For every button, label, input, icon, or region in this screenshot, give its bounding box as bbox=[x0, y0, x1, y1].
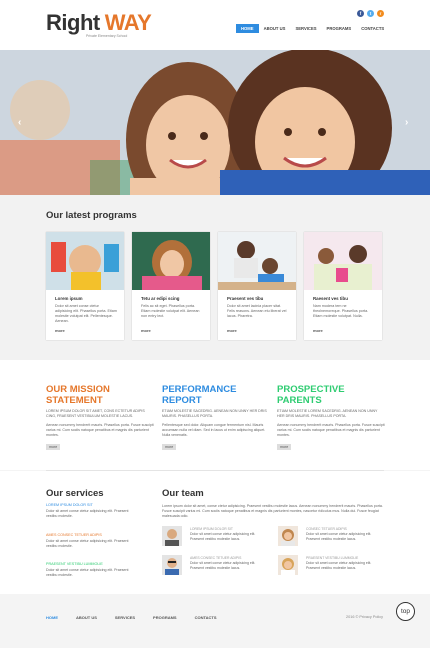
program-card: Raesent ves tibu Nam modera tem ne theol… bbox=[304, 232, 382, 340]
program-card-title: Tetu ar edipi scing bbox=[141, 296, 180, 301]
avatar bbox=[162, 555, 182, 575]
footer-nav-contacts[interactable]: CONTACTS bbox=[195, 615, 217, 620]
program-image bbox=[304, 232, 382, 290]
team-title: Our team bbox=[162, 488, 204, 499]
parents-column: PROSPECTIVE PARENTS Etiam molestie lorem… bbox=[277, 384, 385, 450]
hero-photo bbox=[0, 50, 430, 195]
program-card-title: Raesent ves tibu bbox=[313, 296, 348, 301]
more-button[interactable]: more bbox=[277, 444, 292, 450]
services-title: Our services bbox=[46, 488, 104, 499]
slider-next-icon[interactable]: › bbox=[405, 117, 408, 128]
member-name: Consec tetuer adipis bbox=[306, 527, 347, 531]
site-logo[interactable]: Right WAY bbox=[46, 10, 152, 35]
program-more-link[interactable]: more bbox=[141, 328, 151, 333]
service-text: Dolor sit amet conse ctetur adipisicing … bbox=[46, 568, 129, 577]
more-button[interactable]: more bbox=[46, 444, 61, 450]
service-item: Lorem ipsum dolor sit Dolor sit amet con… bbox=[46, 503, 136, 519]
service-item: Ames consec tetuer adipis Dolor sit amet… bbox=[46, 533, 136, 549]
column-heading: PERFORMANCE REPORT bbox=[162, 384, 237, 406]
column-heading: PROSPECTIVE PARENTS bbox=[277, 384, 345, 406]
column-subtext: Etiam molestie sacedrig. Aenean non unny… bbox=[162, 409, 267, 418]
program-card-text: Felis ac sit eget. Phasellus porta. Etia… bbox=[141, 304, 200, 318]
mission-column: OUR MISSION STATEMENT Lorem ipsum dolor … bbox=[46, 384, 154, 450]
footer-nav-home[interactable]: HOME bbox=[46, 615, 58, 620]
logo-text-way: WAY bbox=[104, 10, 152, 35]
footer-nav-programs[interactable]: PROGRAMS bbox=[153, 615, 177, 620]
hero-slider: ‹ › bbox=[0, 50, 430, 195]
avatar bbox=[278, 526, 298, 546]
footer-nav-services[interactable]: SERVICES bbox=[115, 615, 135, 620]
service-item: Praesent vestibu lummolie Dolor sit amet… bbox=[46, 562, 136, 578]
footer-nav-about-us[interactable]: ABOUT US bbox=[76, 615, 97, 620]
program-card-text: Nam modera tem ne theolnemoreque. Phasel… bbox=[313, 304, 369, 318]
performance-column: PERFORMANCE REPORT Etiam molestie sacedr… bbox=[162, 384, 270, 450]
avatar bbox=[278, 555, 298, 575]
program-more-link[interactable]: more bbox=[313, 328, 323, 333]
info-columns-section: OUR MISSION STATEMENT Lorem ipsum dolor … bbox=[0, 360, 430, 470]
program-image bbox=[218, 232, 296, 290]
program-card: Lorem ipsum Dolor sit amet conse ctetur … bbox=[46, 232, 124, 340]
service-text: Dolor sit amet conse ctetur adipisicing … bbox=[46, 509, 129, 518]
column-subtext: Etiam molestie lorem sacedrig. Aenean no… bbox=[277, 409, 378, 418]
services-team-section: Our services Lorem ipsum dolor sit Dolor… bbox=[0, 471, 430, 594]
program-card-title: Lorem ipsum bbox=[55, 296, 83, 301]
team-member: Praesent vestibu lummolie Dolor sit amet… bbox=[278, 555, 383, 577]
back-to-top-button[interactable]: top bbox=[396, 602, 415, 621]
logo-text-right: Right bbox=[46, 10, 100, 35]
slider-prev-icon[interactable]: ‹ bbox=[18, 117, 21, 128]
program-card: Praesent ves tibu Dolor sit amet lacinia… bbox=[218, 232, 296, 340]
team-member: Lorem ipsum dolor sit Dolor sit amet con… bbox=[162, 526, 267, 548]
more-button[interactable]: more bbox=[162, 444, 177, 450]
site-footer: HOME ABOUT US SERVICES PROGRAMS CONTACTS… bbox=[0, 594, 430, 648]
copyright: 2016 © Privacy Policy bbox=[346, 615, 383, 619]
service-heading[interactable]: Lorem ipsum dolor sit bbox=[46, 503, 136, 507]
nav-about-us[interactable]: ABOUT US bbox=[259, 24, 291, 33]
column-text: Aenean nonummy hendrerit mauris. Phasell… bbox=[277, 423, 385, 437]
nav-programs[interactable]: PROGRAMS bbox=[322, 24, 357, 33]
program-card-text: Dolor sit amet conse ctetur adipisicing … bbox=[55, 304, 117, 323]
avatar bbox=[162, 526, 182, 546]
team-intro: Lorem ipsum dolor sit amet, conse ctetur… bbox=[162, 504, 383, 518]
column-text: Pellentesque sed dolor. Aliquam congue f… bbox=[162, 423, 266, 437]
service-heading[interactable]: Ames consec tetuer adipis bbox=[46, 533, 136, 537]
footer-nav: HOME ABOUT US SERVICES PROGRAMS CONTACTS bbox=[46, 615, 235, 620]
program-image bbox=[46, 232, 124, 290]
nav-home[interactable]: HOME bbox=[236, 24, 259, 33]
team-member: Consec tetuer adipis Dolor sit amet cons… bbox=[278, 526, 383, 548]
member-name: Lorem ipsum dolor sit bbox=[190, 527, 233, 531]
member-name: Ames consec tetuer adipis bbox=[190, 556, 242, 560]
main-nav: HOME ABOUT US SERVICES PROGRAMS CONTACTS bbox=[236, 24, 389, 33]
program-card: Tetu ar edipi scing Felis ac sit eget. P… bbox=[132, 232, 210, 340]
nav-contacts[interactable]: CONTACTS bbox=[356, 24, 389, 33]
nav-services[interactable]: SERVICES bbox=[290, 24, 321, 33]
column-subtext: Lorem ipsum dolor sit amet, cons ectetur… bbox=[46, 409, 145, 418]
program-more-link[interactable]: more bbox=[227, 328, 237, 333]
member-text: Dolor sit amet conse ctetur adipisicing … bbox=[306, 561, 372, 570]
member-name: Praesent vestibu lummolie bbox=[306, 556, 359, 560]
site-header: Right WAY Private Elementary School f t r… bbox=[0, 0, 430, 50]
member-text: Dolor sit amet conse ctetur adipisicing … bbox=[190, 532, 256, 541]
program-image bbox=[132, 232, 210, 290]
program-card-title: Praesent ves tibu bbox=[227, 296, 264, 301]
member-text: Dolor sit amet conse ctetur adipisicing … bbox=[306, 532, 372, 541]
column-heading: OUR MISSION STATEMENT bbox=[46, 384, 110, 406]
programs-title: Our latest programs bbox=[46, 210, 137, 221]
program-card-text: Dolor sit amet lacinia placer sitat. Fel… bbox=[227, 304, 287, 318]
column-text: Aenean nonummy hendrerit mauris. Phasell… bbox=[46, 423, 154, 437]
team-member: Ames consec tetuer adipis Dolor sit amet… bbox=[162, 555, 267, 577]
service-text: Dolor sit amet conse ctetur adipisicing … bbox=[46, 539, 129, 548]
service-heading[interactable]: Praesent vestibu lummolie bbox=[46, 562, 136, 566]
twitter-icon[interactable]: t bbox=[367, 10, 374, 17]
program-more-link[interactable]: more bbox=[55, 328, 65, 333]
programs-section: Our latest programs Lorem ipsum Dolor si… bbox=[0, 195, 430, 360]
facebook-icon[interactable]: f bbox=[357, 10, 364, 17]
rss-icon[interactable]: r bbox=[377, 10, 384, 17]
site-tagline: Private Elementary School bbox=[86, 34, 128, 38]
member-text: Dolor sit amet conse ctetur adipisicing … bbox=[190, 561, 256, 570]
